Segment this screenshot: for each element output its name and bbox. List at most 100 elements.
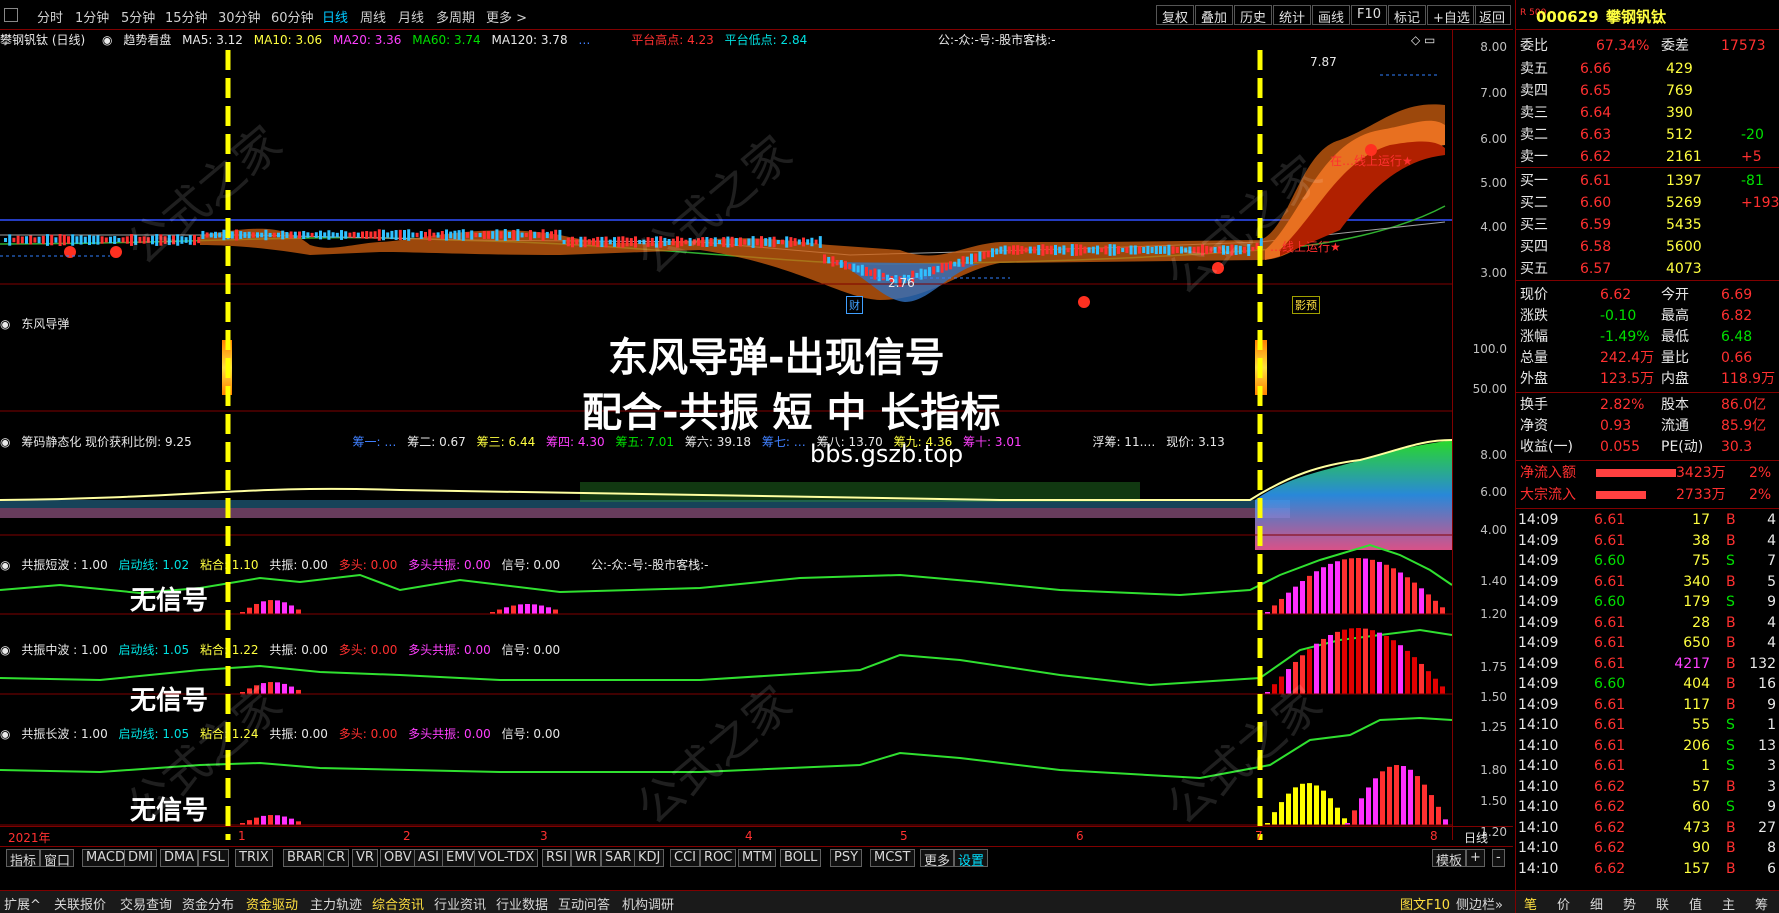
- indicator-tab[interactable]: 更多: [920, 849, 955, 869]
- indicator-tab[interactable]: WR: [571, 849, 601, 867]
- toolbar-stats-button[interactable]: 统计: [1273, 5, 1312, 26]
- tick-price: 6.60: [1594, 676, 1626, 692]
- bottom-tab[interactable]: 关联报价: [54, 894, 106, 913]
- quote-tab[interactable]: 筹: [1755, 894, 1768, 913]
- quote-tab[interactable]: 细: [1590, 894, 1603, 913]
- candle: [440, 231, 444, 239]
- period-tab[interactable]: 分时: [37, 7, 63, 26]
- indicator-tab[interactable]: 指标: [6, 849, 41, 869]
- indicator-tab[interactable]: TRIX: [235, 849, 273, 867]
- indicator-tab[interactable]: VR: [352, 849, 378, 867]
- indicator-tab[interactable]: RSI: [542, 849, 572, 867]
- period-tab[interactable]: 月线: [398, 7, 424, 26]
- indicator-tab[interactable]: VOL-TDX: [474, 849, 539, 867]
- bid-row[interactable]: 买二 6.60 5269 +193: [1516, 192, 1779, 214]
- indicator-tab[interactable]: MTM: [738, 849, 777, 867]
- chevron-down-icon[interactable]: ◉: [0, 317, 10, 331]
- period-tab-daily[interactable]: 日线: [322, 7, 348, 26]
- indicator-tab[interactable]: ROC: [700, 849, 737, 867]
- quote-tab[interactable]: 势: [1623, 894, 1636, 913]
- toolbar-history-button[interactable]: 历史: [1234, 5, 1273, 26]
- indicator-tab[interactable]: ASI: [414, 849, 443, 867]
- bid-row[interactable]: 买一 6.61 1397 -81: [1516, 170, 1779, 192]
- indicator-tab[interactable]: EMV: [442, 849, 479, 867]
- indicator-tab[interactable]: BOLL: [780, 849, 822, 867]
- bottom-tab[interactable]: 互动问答: [558, 894, 610, 913]
- more-periods-button[interactable]: 更多 >: [486, 7, 527, 26]
- bottom-tab[interactable]: 机构调研: [622, 894, 674, 913]
- bottom-tab[interactable]: 扩展^: [4, 894, 41, 913]
- axis-mode-label[interactable]: 日线: [1464, 829, 1488, 846]
- chevron-down-icon[interactable]: ◉: [0, 435, 10, 449]
- bottom-tab[interactable]: 综合资讯: [372, 894, 424, 913]
- bottom-right-tab[interactable]: 侧边栏»: [1456, 894, 1503, 913]
- bid-row[interactable]: 买三 6.59 5435: [1516, 214, 1779, 236]
- bid-row[interactable]: 买五 6.57 4073: [1516, 258, 1779, 280]
- quote-tab[interactable]: 笔: [1524, 894, 1537, 913]
- ask-row[interactable]: 卖二 6.63 512 -20: [1516, 124, 1779, 146]
- indicator-name[interactable]: 趋势看盘: [123, 33, 171, 47]
- indicator-tab[interactable]: MCST: [870, 849, 915, 867]
- period-tab[interactable]: 15分钟: [165, 7, 208, 26]
- bottom-tab[interactable]: 资金驱动: [246, 894, 298, 913]
- ask-row[interactable]: 卖四 6.65 769: [1516, 80, 1779, 102]
- indicator-tab[interactable]: CCI: [670, 849, 700, 867]
- bid-row[interactable]: 买四 6.58 5600: [1516, 236, 1779, 258]
- toolbar-back-button[interactable]: 返回: [1473, 5, 1512, 26]
- chevron-down-icon[interactable]: ◉: [0, 643, 10, 657]
- period-tab[interactable]: 多周期: [436, 7, 475, 26]
- bottom-tab[interactable]: 行业资讯: [434, 894, 486, 913]
- indicator-tab[interactable]: FSL: [198, 849, 229, 867]
- bottom-tab[interactable]: 行业数据: [496, 894, 548, 913]
- template-tab[interactable]: 模板: [1432, 849, 1467, 869]
- indicator-tab[interactable]: OBV: [380, 849, 416, 867]
- toolbar-add-favorite-button[interactable]: +自选: [1427, 5, 1476, 26]
- period-tab[interactable]: 5分钟: [121, 7, 155, 26]
- mid-wave-title[interactable]: 共振中波 : 1.00: [21, 643, 107, 657]
- chevron-down-icon[interactable]: ◉: [102, 33, 112, 47]
- indicator-tab[interactable]: CR: [323, 849, 350, 867]
- panel-settings-icon[interactable]: ◇ ▭: [1411, 33, 1435, 47]
- ask-row[interactable]: 卖一 6.62 2161 +5: [1516, 146, 1779, 168]
- period-tab[interactable]: 周线: [360, 7, 386, 26]
- template-tab[interactable]: -: [1492, 849, 1505, 867]
- period-tab[interactable]: 60分钟: [271, 7, 314, 26]
- indicator-tab[interactable]: BRAR: [283, 849, 327, 867]
- finance-marker[interactable]: 财: [846, 296, 863, 314]
- bottom-tab[interactable]: 主力轨迹: [310, 894, 362, 913]
- bottom-tab[interactable]: 资金分布: [182, 894, 234, 913]
- forecast-marker[interactable]: 影预: [1292, 296, 1320, 314]
- chevron-down-icon[interactable]: ◉: [0, 727, 10, 741]
- indicator-tab[interactable]: DMI: [124, 849, 158, 867]
- indicator-tab[interactable]: DMA: [160, 849, 199, 867]
- toolbar-fuquan-button[interactable]: 复权: [1156, 5, 1195, 26]
- template-tab[interactable]: +: [1466, 849, 1485, 867]
- chevron-down-icon[interactable]: ◉: [0, 558, 10, 572]
- toolbar-f10-button[interactable]: F10: [1351, 5, 1388, 25]
- short-wave-title[interactable]: 共振短波 : 1.00: [21, 558, 107, 572]
- indicator-tab[interactable]: SAR: [601, 849, 636, 867]
- quote-tab[interactable]: 值: [1689, 894, 1702, 913]
- long-wave-title[interactable]: 共振长波 : 1.00: [21, 727, 107, 741]
- toolbar-mark-button[interactable]: 标记: [1388, 5, 1427, 26]
- indicator-tab[interactable]: PSY: [830, 849, 863, 867]
- indicator-tab[interactable]: 设置: [954, 849, 989, 869]
- indicator-tab[interactable]: KDJ: [634, 849, 665, 867]
- menu-icon[interactable]: [4, 8, 18, 22]
- quote-tab[interactable]: 联: [1656, 894, 1669, 913]
- quote-tab[interactable]: 价: [1557, 894, 1570, 913]
- toolbar-draw-button[interactable]: 画线: [1312, 5, 1351, 26]
- quote-tab[interactable]: 主: [1722, 894, 1735, 913]
- dongfeng-title[interactable]: 东风导弹: [21, 317, 69, 331]
- ask-row[interactable]: 卖三 6.64 390: [1516, 102, 1779, 124]
- chip-title[interactable]: 筹码静态化 现价获利比例: 9.25: [21, 435, 191, 449]
- bottom-tab[interactable]: 交易查询: [120, 894, 172, 913]
- indicator-tab[interactable]: MACD: [82, 849, 129, 867]
- ask-row[interactable]: 卖五 6.66 429: [1516, 58, 1779, 80]
- indicator-tab[interactable]: 窗口: [40, 849, 75, 869]
- toolbar-overlay-button[interactable]: 叠加: [1195, 5, 1234, 26]
- period-tab[interactable]: 30分钟: [218, 7, 261, 26]
- period-tab[interactable]: 1分钟: [75, 7, 109, 26]
- bottom-right-tab[interactable]: 图文F10: [1400, 894, 1450, 913]
- chip-price: 现价: 3.13: [1166, 435, 1225, 449]
